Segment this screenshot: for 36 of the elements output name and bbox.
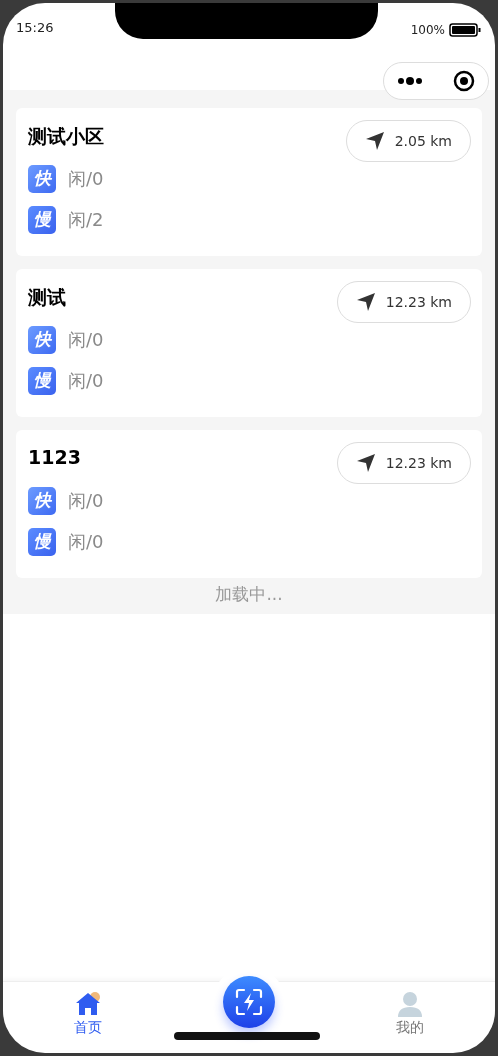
status-time: 15:26 <box>16 20 54 35</box>
charger-availability: 闲/0 <box>68 368 104 393</box>
station-card[interactable]: 1123 12.23 km 快 闲/0 慢 闲/0 <box>16 430 482 578</box>
charger-type-badge: 慢 <box>28 366 56 395</box>
navigation-icon <box>355 292 376 312</box>
station-card[interactable]: 测试 12.23 km 快 闲/0 慢 闲/0 <box>16 269 482 417</box>
distance-button[interactable]: 12.23 km <box>336 442 471 484</box>
user-icon <box>397 991 424 1017</box>
navigation-icon <box>355 453 376 473</box>
charger-availability: 闲/0 <box>68 529 104 554</box>
tab-item[interactable]: 首页 <box>47 990 128 1038</box>
battery-icon <box>449 23 481 37</box>
tab-item[interactable]: 我的 <box>370 990 451 1038</box>
charger-type-badge: 慢 <box>28 205 56 234</box>
charger-type-badge: 快 <box>28 164 56 193</box>
station-name: 1123 <box>28 446 81 468</box>
capsule-menu[interactable] <box>383 62 489 100</box>
charger-availability: 闲/0 <box>68 166 104 191</box>
charger-type-badge: 慢 <box>28 527 56 556</box>
navigation-icon <box>364 131 385 151</box>
home-icon <box>74 991 101 1017</box>
station-name: 测试 <box>28 285 66 310</box>
battery-level: 100% <box>410 23 445 37</box>
close-target-icon[interactable] <box>453 70 475 92</box>
charger-availability: 闲/2 <box>68 207 104 232</box>
scan-charge-button[interactable] <box>223 976 275 1028</box>
charger-availability: 闲/0 <box>68 488 104 513</box>
station-card[interactable]: 测试小区 2.05 km 快 闲/0 慢 闲/2 <box>16 108 482 256</box>
distance-button[interactable]: 12.23 km <box>336 281 471 323</box>
charger-type-badge: 快 <box>28 486 56 515</box>
distance-button[interactable]: 2.05 km <box>345 120 471 162</box>
charger-availability: 闲/0 <box>68 327 104 352</box>
loading-text: 加载中... <box>214 583 284 606</box>
charger-type-badge: 快 <box>28 325 56 354</box>
station-name: 测试小区 <box>28 124 104 149</box>
scan-lightning-icon <box>234 987 264 1017</box>
